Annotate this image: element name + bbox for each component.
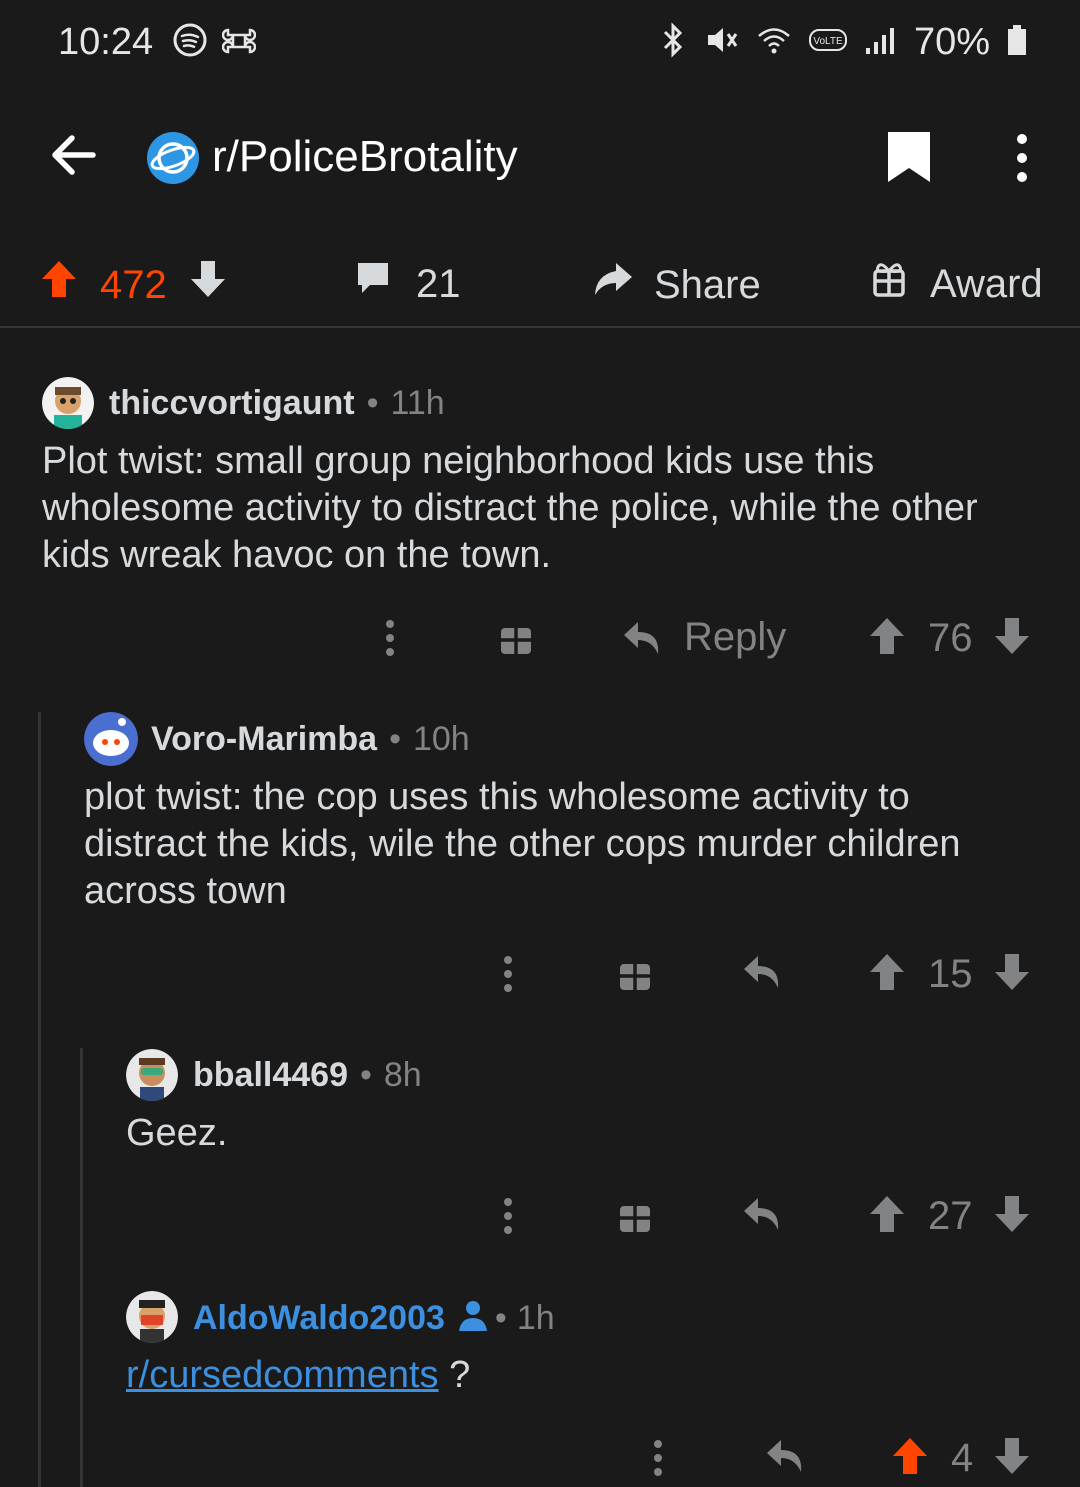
battery-percent: 70%	[913, 21, 990, 63]
gift-icon	[872, 259, 906, 309]
avatar[interactable]	[84, 712, 138, 766]
upvote-icon[interactable]	[891, 1436, 929, 1481]
op-user-icon	[455, 1297, 491, 1338]
shortcut-icon	[221, 24, 257, 63]
comment-body: r/cursedcomments ?	[126, 1352, 1026, 1399]
battery-icon	[1006, 22, 1028, 63]
comment-header: AldoWaldo2003 • 1h	[193, 1297, 555, 1338]
overflow-menu-icon[interactable]	[1012, 133, 1032, 188]
subreddit-icon[interactable]	[147, 132, 199, 184]
downvote-icon[interactable]	[993, 616, 1031, 661]
comment-score: 27	[928, 1194, 973, 1238]
comment-line: Geez.	[126, 1112, 228, 1154]
comment-header: Voro-Marimba • 10h	[151, 719, 470, 759]
avatar[interactable]	[126, 1291, 178, 1343]
bookmark-icon[interactable]	[886, 130, 932, 189]
signal-icon	[864, 22, 898, 63]
divider	[0, 326, 1080, 328]
comment-line: wholesome activity to distract the polic…	[42, 487, 978, 529]
comment-vote-group: 4	[891, 1436, 1031, 1481]
wifi-icon	[756, 22, 792, 63]
post-score: 472	[100, 263, 167, 307]
reply-icon[interactable]	[742, 1194, 782, 1239]
award-label: Award	[930, 262, 1043, 306]
downvote-icon[interactable]	[993, 1436, 1031, 1481]
upvote-icon[interactable]	[868, 1194, 906, 1239]
share-icon	[592, 259, 634, 311]
comments-button[interactable]: 21	[354, 259, 461, 309]
comment-username[interactable]: AldoWaldo2003	[193, 1298, 445, 1338]
comment-menu-icon[interactable]	[649, 1438, 667, 1483]
status-time: 10:24	[58, 21, 154, 63]
subreddit-link[interactable]: r/cursedcomments	[126, 1354, 439, 1396]
upvote-icon[interactable]	[40, 259, 78, 311]
comment-header: bball4469 • 8h	[193, 1055, 422, 1095]
upvote-icon[interactable]	[868, 952, 906, 997]
mute-icon	[704, 22, 740, 63]
separator: •	[389, 720, 401, 758]
svg-text:VoLTE: VoLTE	[813, 36, 843, 47]
spotify-icon	[172, 22, 208, 63]
status-icons: VoLTE 70%	[658, 20, 1028, 64]
comment-body: plot twist: the cop uses this wholesome …	[84, 774, 1064, 915]
comment-username[interactable]: Voro-Marimba	[151, 719, 377, 759]
comment-vote-group: 15	[868, 952, 1031, 997]
post-vote-group: 472	[40, 259, 227, 311]
comment-header: thiccvortigaunt • 11h	[109, 383, 445, 423]
share-button[interactable]: Share	[592, 259, 761, 311]
separator: •	[366, 384, 379, 422]
avatar[interactable]	[42, 377, 94, 429]
comment-menu-icon[interactable]	[381, 618, 399, 663]
avatar[interactable]	[126, 1049, 178, 1101]
downvote-icon[interactable]	[993, 952, 1031, 997]
comment-menu-icon[interactable]	[499, 954, 517, 999]
separator: •	[494, 1298, 507, 1337]
comment-body: Plot twist: small group neighborhood kid…	[42, 438, 1052, 579]
reply-button[interactable]: Reply	[622, 615, 786, 660]
comment-suffix: ?	[438, 1354, 471, 1396]
comment-line: plot twist: the cop uses this wholesome …	[84, 776, 910, 818]
reply-label: Reply	[684, 615, 787, 659]
comment-score: 15	[928, 952, 973, 996]
back-arrow-icon[interactable]	[48, 130, 98, 185]
comment-line: kids wreak havoc on the town.	[42, 534, 552, 576]
downvote-icon[interactable]	[993, 1194, 1031, 1239]
bluetooth-icon	[658, 21, 688, 63]
comment-score: 4	[951, 1436, 974, 1480]
comment-username[interactable]: thiccvortigaunt	[109, 383, 355, 423]
gift-icon[interactable]	[618, 1198, 652, 1239]
comment-vote-group: 76	[868, 616, 1031, 661]
comment-menu-icon[interactable]	[499, 1196, 517, 1241]
gift-icon[interactable]	[618, 956, 652, 997]
comment-line: across town	[84, 870, 287, 912]
downvote-icon[interactable]	[189, 259, 227, 311]
comment-icon	[354, 259, 392, 309]
comment-vote-group: 27	[868, 1194, 1031, 1239]
comment-username[interactable]: bball4469	[193, 1055, 348, 1095]
share-label: Share	[654, 263, 761, 307]
comment-age: 8h	[383, 1056, 422, 1094]
thread-line[interactable]	[38, 712, 41, 1487]
comment-score: 76	[928, 616, 973, 660]
reply-icon[interactable]	[765, 1436, 805, 1481]
comment-age: 11h	[390, 384, 445, 422]
upvote-icon[interactable]	[868, 616, 906, 661]
reply-icon[interactable]	[742, 952, 782, 997]
volte-icon: VoLTE	[808, 22, 848, 63]
comment-line: Plot twist: small group neighborhood kid…	[42, 440, 875, 482]
subreddit-name[interactable]: r/PoliceBrotality	[212, 130, 518, 184]
comment-body: Geez.	[126, 1110, 1026, 1157]
award-button[interactable]: Award	[872, 259, 1043, 309]
comment-line: distract the kids, wile the other cops m…	[84, 823, 961, 865]
thread-line[interactable]	[80, 1048, 83, 1487]
comment-age: 10h	[412, 720, 470, 758]
separator: •	[359, 1056, 372, 1094]
comment-age: 1h	[516, 1298, 555, 1337]
gift-icon[interactable]	[499, 620, 533, 661]
comment-count: 21	[416, 262, 461, 306]
